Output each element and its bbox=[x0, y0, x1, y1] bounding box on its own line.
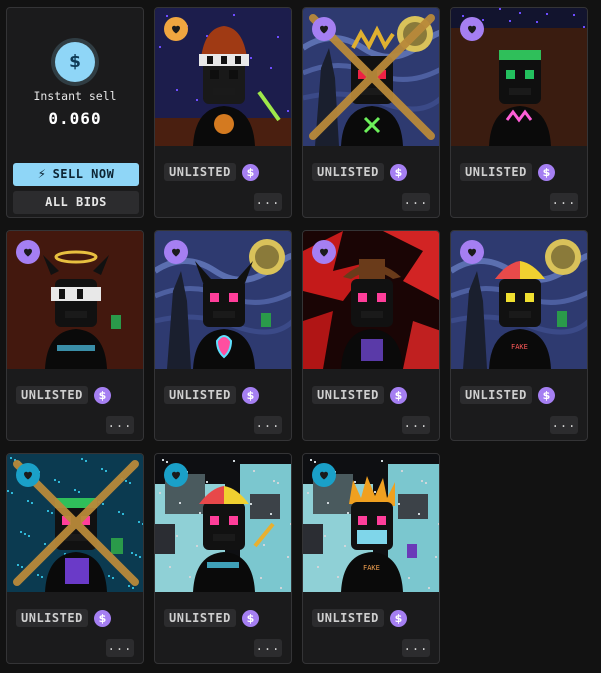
currency-icon: $ bbox=[538, 164, 555, 181]
more-options-button[interactable]: ... bbox=[402, 416, 430, 434]
lightning-icon: ⚡ bbox=[37, 167, 47, 181]
status-badge: UNLISTED bbox=[460, 163, 532, 181]
nft-card[interactable]: FAKE UNLISTED $ ... bbox=[450, 230, 588, 441]
status-badge: UNLISTED bbox=[312, 163, 384, 181]
more-options-button[interactable]: ... bbox=[402, 193, 430, 211]
sell-now-button[interactable]: ⚡ SELL NOW bbox=[13, 163, 139, 186]
more-options-button[interactable]: ... bbox=[254, 193, 282, 211]
nft-card[interactable]: UNLISTED $ ... bbox=[154, 7, 292, 218]
dollar-icon: $ bbox=[55, 42, 95, 82]
currency-icon: $ bbox=[390, 387, 407, 404]
currency-icon: $ bbox=[242, 610, 259, 627]
more-options-button[interactable]: ... bbox=[254, 416, 282, 434]
instant-sell-label: Instant sell bbox=[33, 89, 117, 103]
status-badge: UNLISTED bbox=[164, 163, 236, 181]
currency-icon: $ bbox=[390, 610, 407, 627]
sell-now-label: SELL NOW bbox=[52, 167, 115, 181]
instant-sell-card: $ Instant sell 0.060 ⚡ SELL NOW ALL BIDS bbox=[6, 7, 144, 218]
all-bids-button[interactable]: ALL BIDS bbox=[13, 191, 139, 214]
status-badge: UNLISTED bbox=[16, 386, 88, 404]
svg-text:FAKE: FAKE bbox=[511, 343, 528, 351]
nft-card[interactable]: FAKE UNLISTED $ ... bbox=[302, 453, 440, 664]
nft-card[interactable]: UNLISTED $ ... bbox=[6, 453, 144, 664]
currency-icon: $ bbox=[94, 387, 111, 404]
favorite-heart-icon[interactable] bbox=[16, 463, 40, 487]
status-badge: UNLISTED bbox=[460, 386, 532, 404]
more-options-button[interactable]: ... bbox=[402, 639, 430, 657]
instant-sell-price: 0.060 bbox=[48, 109, 102, 128]
favorite-heart-icon[interactable] bbox=[460, 240, 484, 264]
nft-card[interactable]: UNLISTED $ ... bbox=[6, 230, 144, 441]
currency-icon: $ bbox=[242, 164, 259, 181]
nft-card[interactable]: UNLISTED $ ... bbox=[154, 453, 292, 664]
more-options-button[interactable]: ... bbox=[254, 639, 282, 657]
status-badge: UNLISTED bbox=[312, 386, 384, 404]
nft-card[interactable]: UNLISTED $ ... bbox=[302, 7, 440, 218]
svg-text:FAKE: FAKE bbox=[363, 564, 380, 572]
nft-card[interactable]: UNLISTED $ ... bbox=[302, 230, 440, 441]
favorite-heart-icon[interactable] bbox=[16, 240, 40, 264]
more-options-button[interactable]: ... bbox=[550, 416, 578, 434]
currency-icon: $ bbox=[538, 387, 555, 404]
status-badge: UNLISTED bbox=[164, 386, 236, 404]
favorite-heart-icon[interactable] bbox=[164, 17, 188, 41]
favorite-heart-icon[interactable] bbox=[164, 463, 188, 487]
status-badge: UNLISTED bbox=[312, 609, 384, 627]
favorite-heart-icon[interactable] bbox=[312, 463, 336, 487]
more-options-button[interactable]: ... bbox=[106, 416, 134, 434]
currency-icon: $ bbox=[390, 164, 407, 181]
favorite-heart-icon[interactable] bbox=[312, 17, 336, 41]
currency-icon: $ bbox=[242, 387, 259, 404]
nft-card[interactable]: UNLISTED $ ... bbox=[154, 230, 292, 441]
favorite-heart-icon[interactable] bbox=[460, 17, 484, 41]
favorite-heart-icon[interactable] bbox=[312, 240, 336, 264]
nft-card[interactable]: UNLISTED $ ... bbox=[450, 7, 588, 218]
nft-grid: $ Instant sell 0.060 ⚡ SELL NOW ALL BIDS … bbox=[6, 7, 588, 664]
currency-icon: $ bbox=[94, 610, 111, 627]
more-options-button[interactable]: ... bbox=[106, 639, 134, 657]
status-badge: UNLISTED bbox=[16, 609, 88, 627]
more-options-button[interactable]: ... bbox=[550, 193, 578, 211]
favorite-heart-icon[interactable] bbox=[164, 240, 188, 264]
status-badge: UNLISTED bbox=[164, 609, 236, 627]
